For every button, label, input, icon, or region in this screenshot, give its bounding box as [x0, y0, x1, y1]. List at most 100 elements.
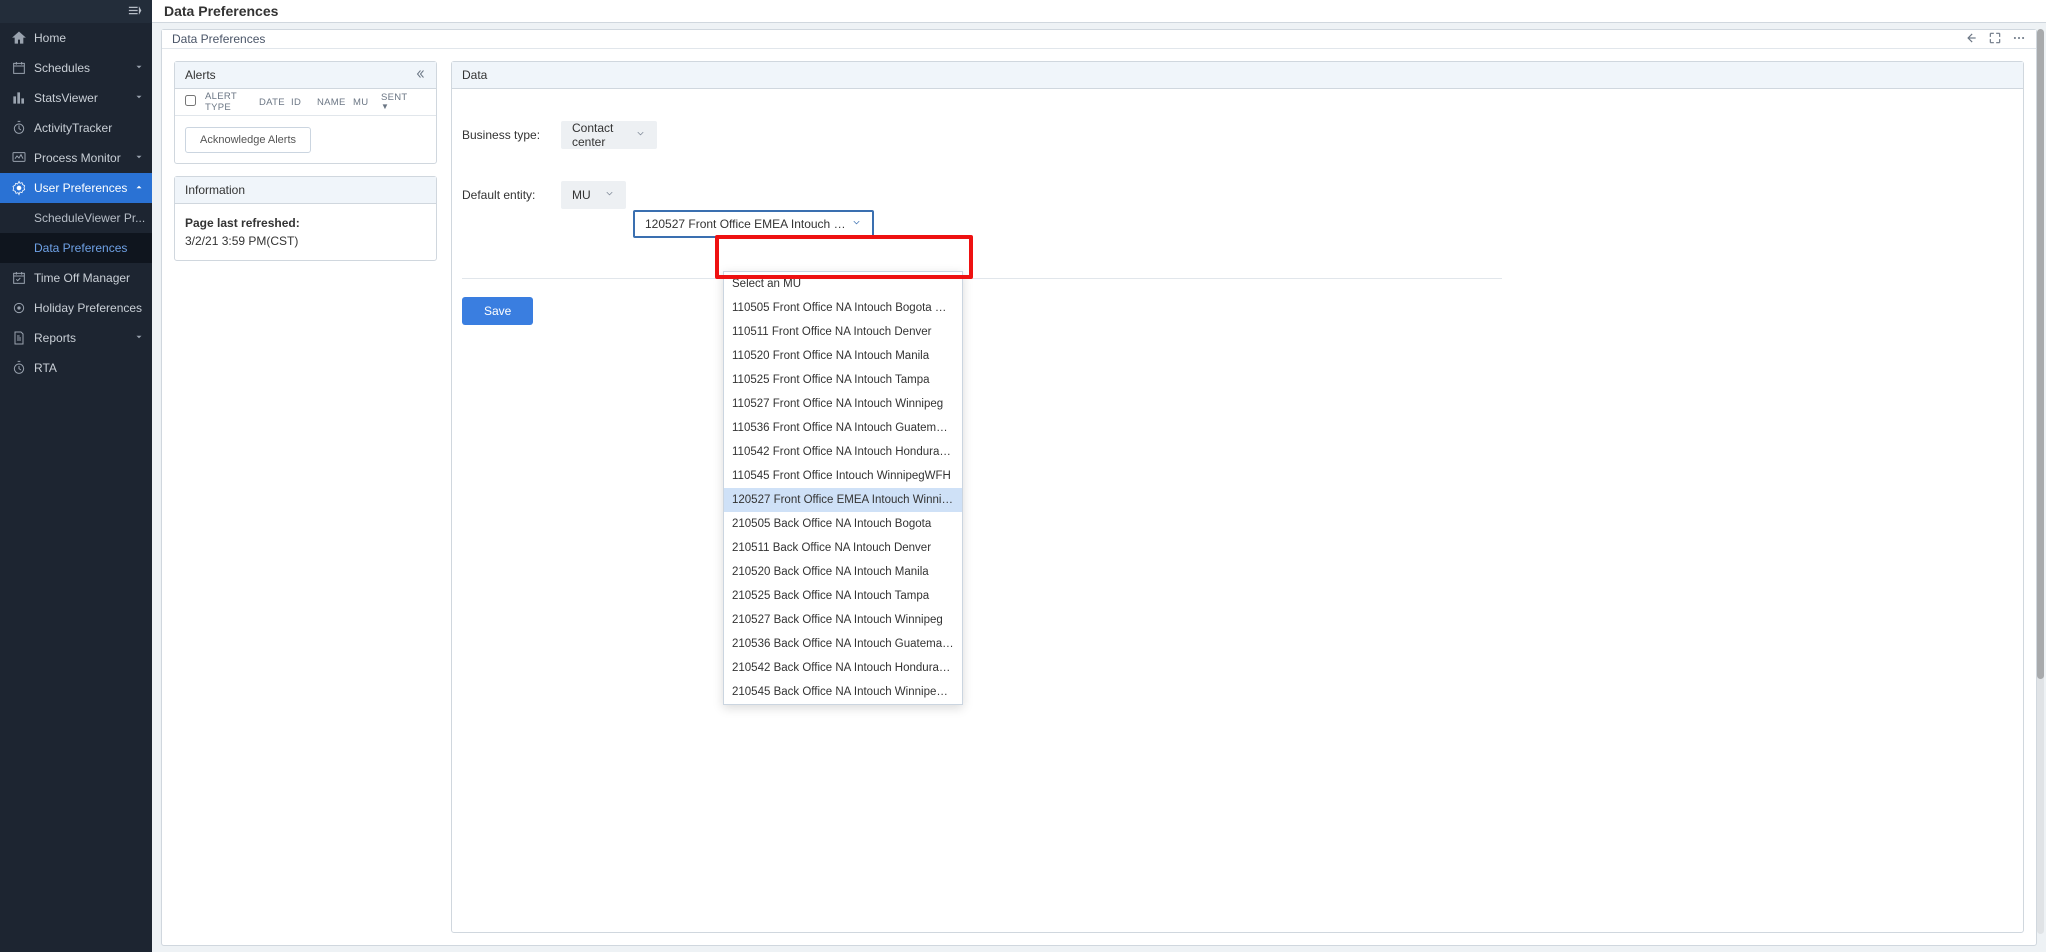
chevron-down-icon	[134, 91, 144, 105]
sidebar-item-label: RTA	[34, 361, 57, 375]
sidebar-item-label: Time Off Manager	[34, 271, 130, 285]
sort-desc-icon: ▼	[381, 102, 389, 111]
dropdown-option[interactable]: 210505 Back Office NA Intouch Bogota	[724, 512, 962, 536]
sidebar-sub-label: Data Preferences	[34, 241, 127, 255]
scrollbar-thumb[interactable]	[2037, 29, 2044, 679]
sidebar-item-home[interactable]: Home	[0, 23, 152, 53]
data-title: Data	[462, 68, 487, 82]
col-id[interactable]: ID	[287, 97, 313, 108]
information-panel: Information Page last refreshed: 3/2/21 …	[174, 176, 437, 261]
sidebar-item-statsviewer[interactable]: StatsViewer	[0, 83, 152, 113]
col-alert-type[interactable]: ALERT TYPE	[201, 91, 255, 113]
sidebar-sub-label: ScheduleViewer Pr...	[34, 211, 145, 225]
acknowledge-alerts-button[interactable]: Acknowledge Alerts	[185, 127, 311, 153]
dropdown-option[interactable]: 110511 Front Office NA Intouch Denver	[724, 320, 962, 344]
card-header: Data Preferences	[162, 30, 2036, 49]
chevron-down-icon	[134, 61, 144, 75]
sidebar-item-holiday[interactable]: Holiday Preferences	[0, 293, 152, 323]
form-divider	[462, 278, 1502, 279]
entity-value-select[interactable]: 120527 Front Office EMEA Intouch Winnipe…	[633, 210, 874, 238]
chevron-down-icon	[851, 217, 862, 231]
sidebar-sub-data-preferences[interactable]: Data Preferences	[0, 233, 152, 263]
sidebar-item-timeoff[interactable]: Time Off Manager	[0, 263, 152, 293]
dropdown-option[interactable]: 110536 Front Office NA Intouch Guatemala…	[724, 416, 962, 440]
sidebar: Home Schedules StatsViewer ActivityTrack…	[0, 0, 152, 952]
chevron-down-icon	[134, 331, 144, 345]
entity-type-select[interactable]: MU	[561, 181, 626, 209]
col-date[interactable]: DATE	[255, 97, 287, 108]
col-mu[interactable]: MU	[349, 97, 377, 108]
business-type-label: Business type:	[462, 128, 561, 142]
stopwatch-icon	[10, 120, 27, 137]
sidebar-item-label: Home	[34, 31, 66, 45]
entity-value: 120527 Front Office EMEA Intouch Winnipe…	[645, 217, 851, 231]
alerts-panel: Alerts ALERT TYPE DATE ID NAME MU	[174, 61, 437, 164]
vertical-scrollbar[interactable]	[2037, 29, 2044, 934]
default-entity-label: Default entity:	[462, 188, 561, 202]
dropdown-option[interactable]: 110542 Front Office NA Intouch HondurasW…	[724, 440, 962, 464]
calendar-check-icon	[10, 270, 27, 287]
chevron-down-icon	[635, 128, 646, 142]
chevron-down-icon	[134, 151, 144, 165]
dropdown-option[interactable]: 110545 Front Office Intouch WinnipegWFH	[724, 464, 962, 488]
sidebar-item-label: Holiday Preferences	[34, 301, 142, 315]
more-icon[interactable]	[2012, 31, 2026, 48]
data-panel: Data Business type: Contact center	[451, 61, 2024, 933]
main: Data Preferences Data Preferences	[152, 0, 2046, 952]
sidebar-sub-scheduleviewer[interactable]: ScheduleViewer Pr...	[0, 203, 152, 233]
sidebar-item-processmonitor[interactable]: Process Monitor	[0, 143, 152, 173]
col-name[interactable]: NAME	[313, 97, 349, 108]
entity-type-value: MU	[572, 188, 591, 202]
dropdown-option[interactable]: 110527 Front Office NA Intouch Winnipeg	[724, 392, 962, 416]
page-title: Data Preferences	[164, 3, 278, 19]
chevron-down-icon	[604, 188, 615, 202]
sidebar-item-reports[interactable]: Reports	[0, 323, 152, 353]
fullscreen-icon[interactable]	[1988, 31, 2002, 48]
dropdown-option[interactable]: 110520 Front Office NA Intouch Manila	[724, 344, 962, 368]
monitor-icon	[10, 150, 27, 167]
document-icon	[10, 330, 27, 347]
save-button[interactable]: Save	[462, 297, 533, 325]
dropdown-option[interactable]: Select an MU	[724, 272, 962, 296]
select-all-checkbox[interactable]	[185, 95, 196, 106]
calendar-icon	[10, 60, 27, 77]
sidebar-collapse-button[interactable]	[0, 0, 152, 23]
sidebar-item-rta[interactable]: RTA	[0, 353, 152, 383]
sidebar-item-user-preferences[interactable]: User Preferences	[0, 173, 152, 203]
sidebar-item-schedules[interactable]: Schedules	[0, 53, 152, 83]
page-title-bar: Data Preferences	[152, 0, 2046, 23]
info-value: 3/2/21 3:59 PM(CST)	[185, 232, 426, 250]
sidebar-item-label: Process Monitor	[34, 151, 121, 165]
sidebar-item-label: Reports	[34, 331, 76, 345]
dropdown-option[interactable]: 210520 Back Office NA Intouch Manila	[724, 560, 962, 584]
sidebar-item-label: User Preferences	[34, 181, 127, 195]
sidebar-item-label: StatsViewer	[34, 91, 98, 105]
dropdown-option[interactable]: 210542 Back Office NA Intouch HondurasWF…	[724, 656, 962, 680]
dropdown-option[interactable]: 120527 Front Office EMEA Intouch Winnipe…	[724, 488, 962, 512]
back-icon[interactable]	[1964, 31, 1978, 48]
dropdown-option[interactable]: 110525 Front Office NA Intouch Tampa	[724, 368, 962, 392]
sidebar-item-label: ActivityTracker	[34, 121, 112, 135]
home-icon	[10, 30, 27, 47]
collapse-icon[interactable]	[414, 68, 426, 83]
dropdown-option[interactable]: 210536 Back Office NA Intouch GuatemalaC…	[724, 632, 962, 656]
dropdown-option[interactable]: 210527 Back Office NA Intouch Winnipeg	[724, 608, 962, 632]
alerts-table-header: ALERT TYPE DATE ID NAME MU SENT ▼	[175, 89, 436, 116]
dropdown-option[interactable]: 110505 Front Office NA Intouch Bogota WF…	[724, 296, 962, 320]
dropdown-option[interactable]: 210525 Back Office NA Intouch Tampa	[724, 584, 962, 608]
sidebar-item-label: Schedules	[34, 61, 90, 75]
sidebar-item-activitytracker[interactable]: ActivityTracker	[0, 113, 152, 143]
gear-icon	[10, 180, 27, 197]
clock-icon	[10, 360, 27, 377]
dropdown-option[interactable]: 210545 Back Office NA Intouch WinnipegWF…	[724, 680, 962, 704]
information-title: Information	[185, 183, 245, 197]
alerts-title: Alerts	[185, 68, 216, 82]
col-sent[interactable]: SENT ▼	[377, 93, 407, 112]
bar-chart-icon	[10, 90, 27, 107]
entity-dropdown[interactable]: Select an MU110505 Front Office NA Intou…	[723, 271, 963, 705]
settings-icon	[10, 300, 27, 317]
info-label: Page last refreshed:	[185, 214, 426, 232]
dropdown-option[interactable]: 210511 Back Office NA Intouch Denver	[724, 536, 962, 560]
business-type-select[interactable]: Contact center	[561, 121, 657, 149]
content-card: Data Preferences Alerts	[161, 29, 2037, 946]
